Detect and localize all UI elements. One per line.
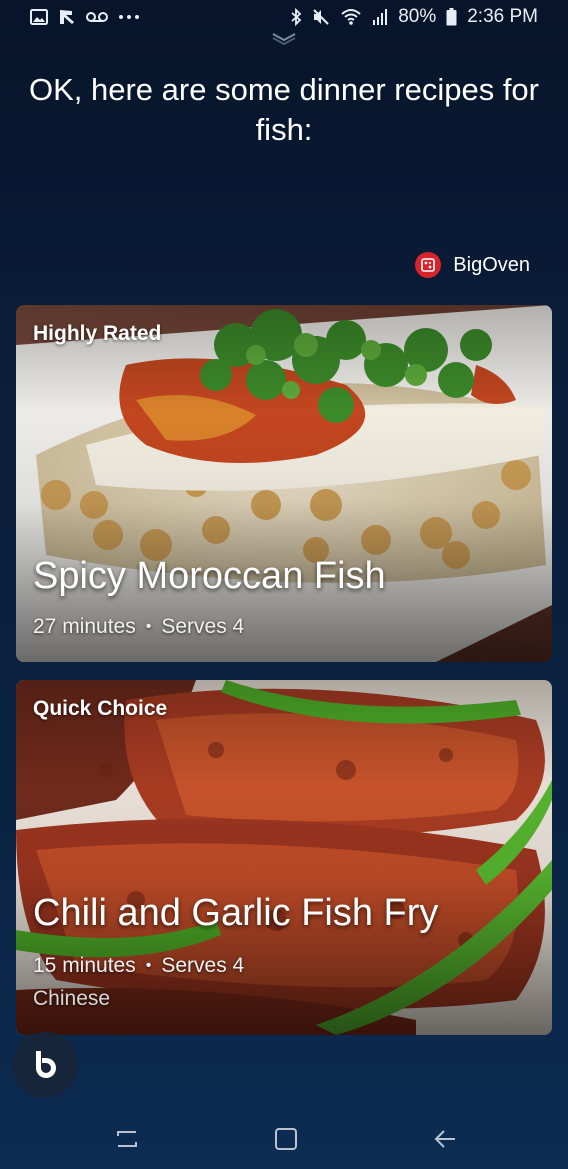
- recipe-tag: Quick Choice: [33, 697, 168, 720]
- back-icon[interactable]: [430, 1124, 460, 1154]
- card-shade: [16, 305, 552, 662]
- card-shade: [16, 680, 552, 1035]
- recipe-tag: Highly Rated: [33, 322, 162, 345]
- bluetooth-icon: [290, 8, 302, 26]
- collapse-chevron-icon[interactable]: [270, 30, 298, 46]
- battery-percent: 80%: [398, 6, 437, 27]
- recipe-serves: Serves 4: [161, 615, 245, 638]
- recipe-time: 15 minutes: [33, 954, 136, 977]
- recipe-card[interactable]: Quick Choice Chili and Garlic Fish Fry 1…: [16, 680, 552, 1035]
- status-right: 80% 2:36 PM: [290, 6, 538, 28]
- navigation-bar: [0, 1110, 568, 1169]
- recipe-cuisine: Chinese: [33, 987, 111, 1010]
- clock: 2:36 PM: [467, 6, 538, 27]
- recipe-title: Chili and Garlic Fish Fry: [33, 892, 439, 934]
- recipe-card[interactable]: Highly Rated Spicy Moroccan Fish 27 minu…: [16, 305, 552, 662]
- missed-call-icon: [58, 8, 76, 26]
- bixby-icon: [36, 1051, 56, 1078]
- recipe-meta: 15 minutes • Serves 4: [33, 954, 244, 978]
- wifi-icon: [340, 8, 362, 26]
- source-name: BigOven: [453, 253, 530, 276]
- recipe-time: 27 minutes: [33, 615, 136, 638]
- meta-separator: •: [145, 957, 152, 974]
- recipe-meta: 27 minutes • Serves 4: [33, 615, 244, 639]
- status-left: [30, 8, 140, 26]
- gallery-icon: [30, 8, 48, 26]
- meta-separator: •: [145, 618, 152, 635]
- battery-icon: [446, 8, 457, 26]
- bigoven-logo-icon: [415, 252, 442, 278]
- recipe-title: Spicy Moroccan Fish: [33, 555, 386, 597]
- mute-icon: [312, 8, 330, 26]
- assistant-response: OK, here are some dinner recipes for fis…: [28, 72, 540, 147]
- source-attribution[interactable]: BigOven: [415, 252, 530, 278]
- signal-icon: [372, 8, 388, 26]
- bixby-button[interactable]: [12, 1032, 78, 1098]
- status-bar: 80% 2:36 PM: [0, 0, 568, 34]
- home-icon[interactable]: [271, 1124, 301, 1154]
- recent-apps-icon[interactable]: [112, 1124, 142, 1154]
- recipe-serves: Serves 4: [161, 954, 245, 977]
- voicemail-icon: [86, 8, 108, 26]
- more-dots-icon: [118, 8, 140, 26]
